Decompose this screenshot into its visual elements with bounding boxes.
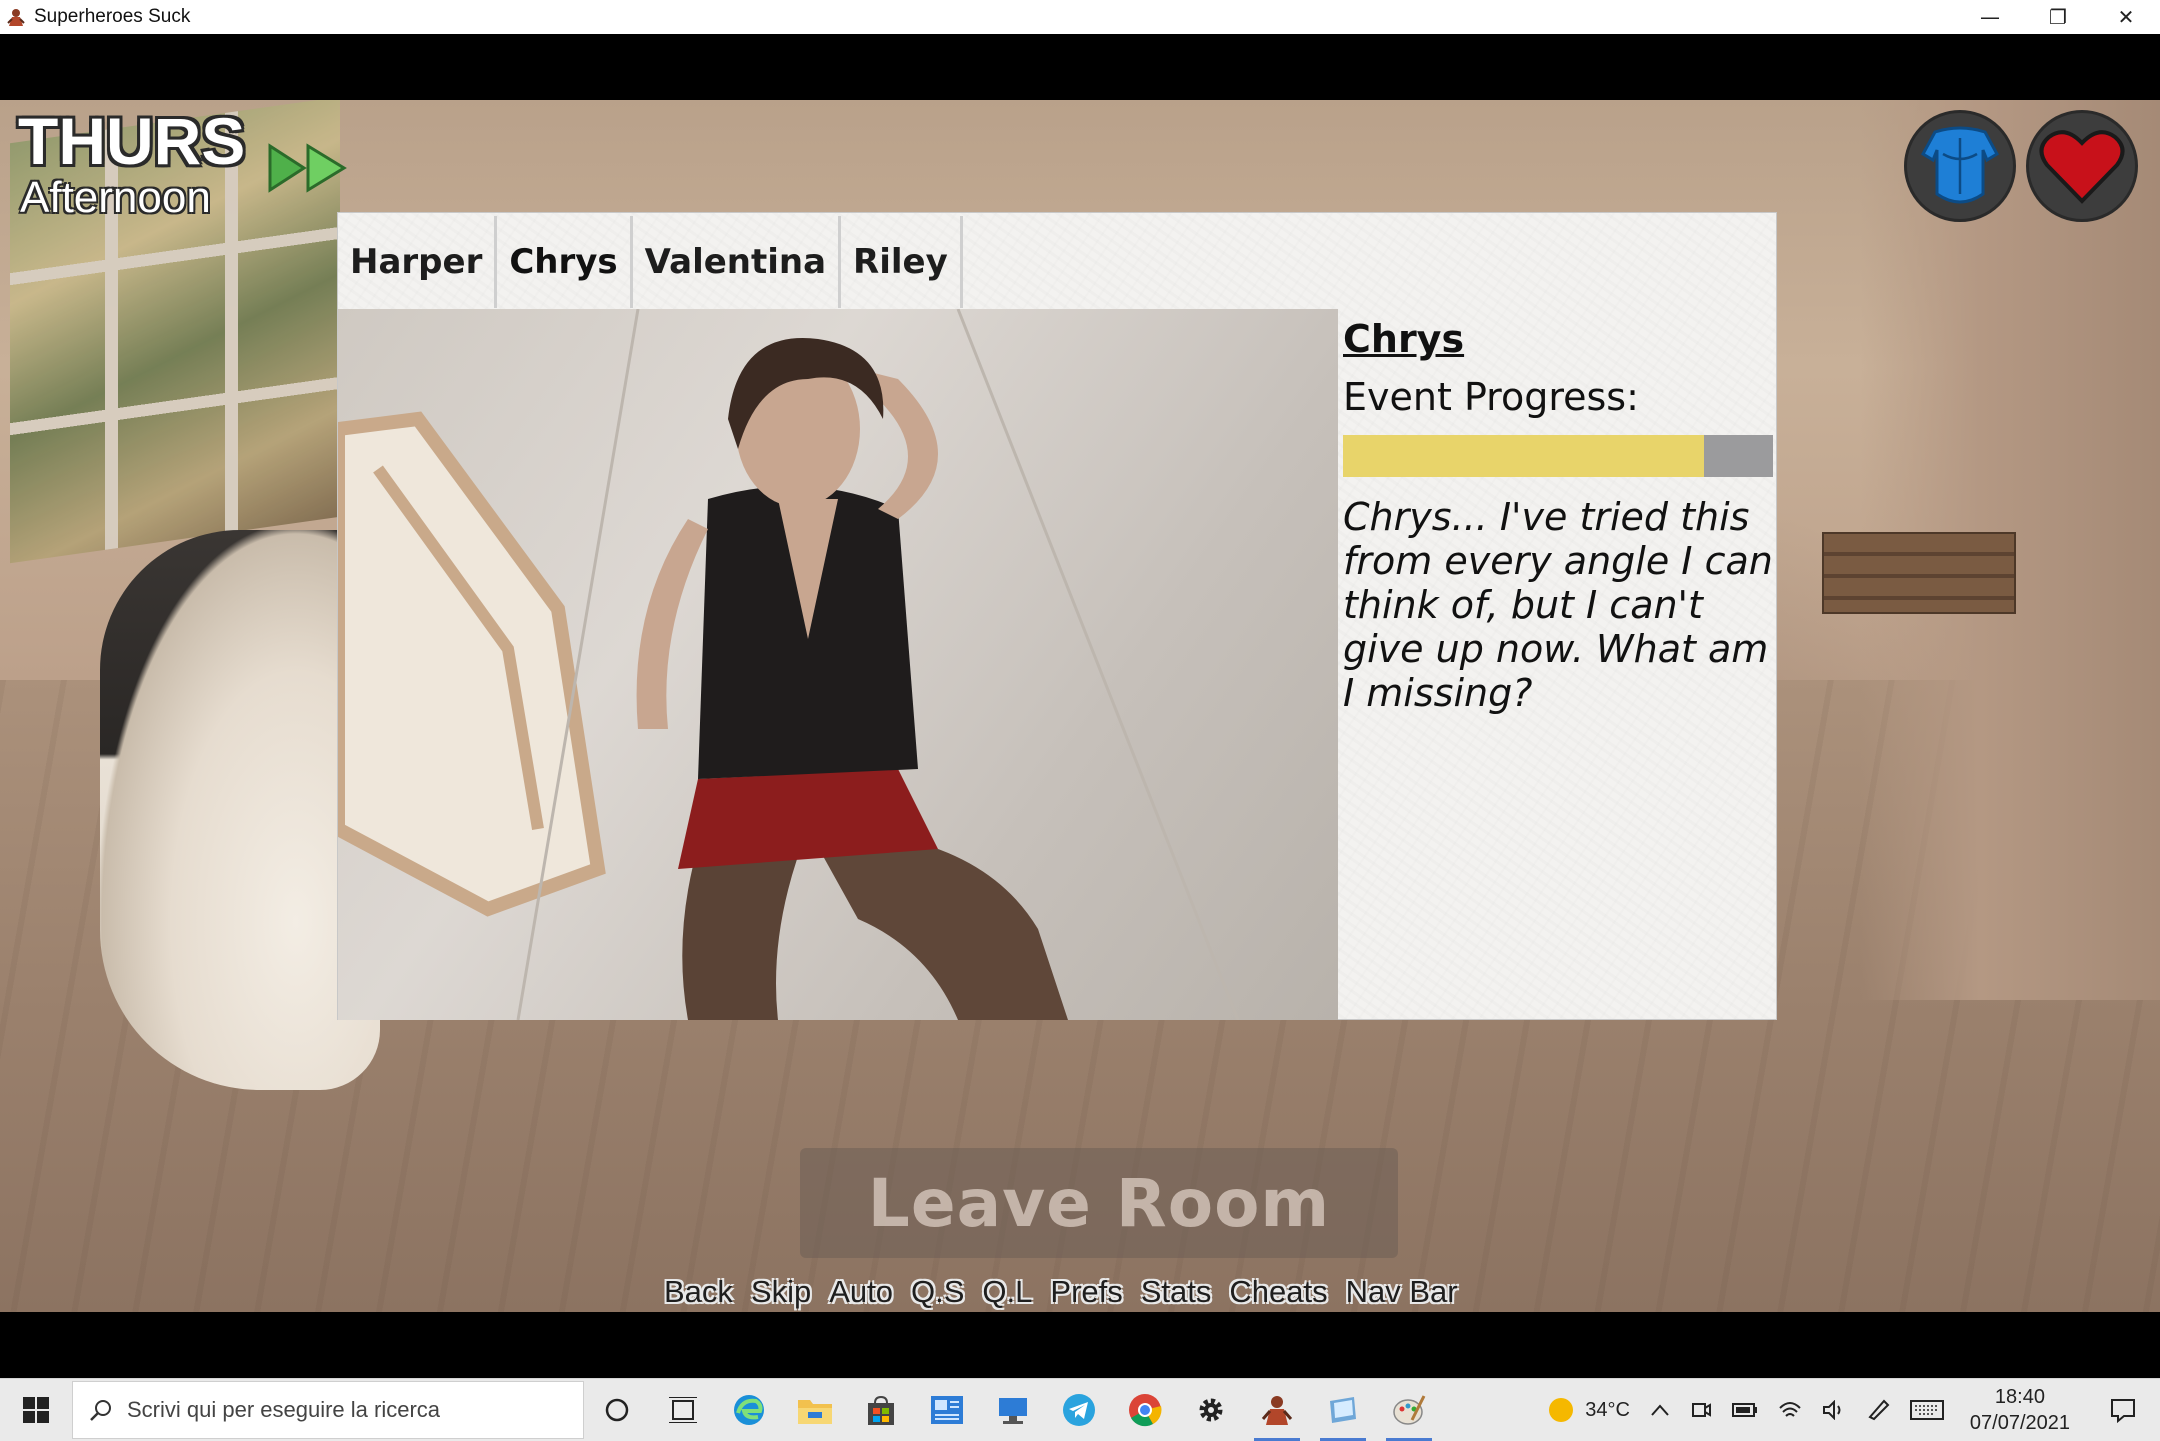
leave-room-button[interactable]: Leave Room [800, 1148, 1398, 1258]
search-icon [90, 1400, 111, 1421]
taskbar-news[interactable] [914, 1379, 980, 1441]
tab-valentina[interactable]: Valentina [633, 216, 842, 308]
notification-icon [2111, 1399, 2135, 1423]
taskbar-settings[interactable] [1178, 1379, 1244, 1441]
telegram-icon [1063, 1394, 1095, 1426]
event-progress-fill [1343, 435, 1705, 477]
paint-icon [1393, 1395, 1426, 1425]
quick-menu-prefs[interactable]: Prefs [1050, 1274, 1122, 1316]
edge-icon [734, 1395, 764, 1425]
quick-menu-quick-load[interactable]: Q.L [982, 1274, 1032, 1316]
tab-riley[interactable]: Riley [841, 216, 963, 308]
pen-button[interactable] [1856, 1379, 1900, 1441]
taskbar-notes[interactable] [1310, 1379, 1376, 1441]
event-progress-bar [1343, 435, 1773, 477]
camera-icon [1691, 1403, 1711, 1417]
volume-button[interactable] [1812, 1379, 1856, 1441]
character-info: Chrys Event Progress: Chrys... I've trie… [1343, 311, 1773, 715]
body-icon [1921, 126, 1999, 204]
quick-menu-stats[interactable]: Stats [1141, 1274, 1212, 1316]
taskbar-telegram[interactable] [1046, 1379, 1112, 1441]
taskbar-file-explorer[interactable] [782, 1379, 848, 1441]
quick-menu-auto[interactable]: Auto [829, 1274, 893, 1316]
notifications-button[interactable] [2086, 1379, 2160, 1441]
clock-time: 18:40 [1994, 1386, 2045, 1408]
event-progress-label: Event Progress: [1343, 375, 1639, 419]
weather-temperature: 34°C [1585, 1398, 1630, 1421]
windows-taskbar: Scrivi qui per eseguire la ricerca 34°C … [0, 1378, 2160, 1441]
wifi-icon [1779, 1402, 1801, 1417]
quick-menu-quick-save[interactable]: Q.S [911, 1274, 964, 1316]
game-app-icon [1261, 1396, 1293, 1425]
double-arrow-icon[interactable] [268, 140, 350, 196]
meet-now-button[interactable] [1680, 1379, 1722, 1441]
notes-icon [1330, 1397, 1356, 1423]
battery-icon [1731, 1403, 1757, 1417]
speaker-icon [1822, 1400, 1841, 1420]
gear-icon [1199, 1398, 1223, 1422]
remote-desktop-icon [999, 1398, 1027, 1424]
taskbar-game[interactable] [1244, 1379, 1310, 1441]
chevron-up-icon [1651, 1404, 1669, 1416]
quick-menu-nav-bar[interactable]: Nav Bar [1346, 1274, 1458, 1316]
taskbar-store[interactable] [848, 1379, 914, 1441]
day-label: THURS [18, 104, 246, 178]
task-view-button[interactable] [650, 1379, 716, 1441]
store-icon [868, 1395, 894, 1425]
sun-icon [1549, 1398, 1574, 1422]
character-name: Chrys [1343, 317, 1465, 361]
chrome-icon [1129, 1394, 1162, 1427]
tab-harper[interactable]: Harper [338, 216, 498, 308]
heart-icon [2039, 130, 2125, 204]
news-icon [931, 1396, 963, 1424]
windows-logo-icon [23, 1397, 49, 1423]
clock[interactable]: 18:40 07/07/2021 [1954, 1379, 2086, 1441]
taskbar-chrome[interactable] [1112, 1379, 1178, 1441]
weather-widget[interactable]: 34°C [1537, 1379, 1640, 1441]
wooden-crate [1822, 532, 2016, 614]
restore-button[interactable]: ❐ [2024, 0, 2092, 34]
task-view-icon [669, 1397, 697, 1423]
character-portrait-image [338, 309, 1240, 1020]
character-panel: Harper Chrys Valentina Riley Chrys Event… [337, 212, 1777, 1020]
taskbar-paint[interactable] [1376, 1379, 1442, 1441]
touch-keyboard-button[interactable] [1900, 1379, 1954, 1441]
taskbar-search-box[interactable]: Scrivi qui per eseguire la ricerca [72, 1381, 584, 1439]
character-tabs: Harper Chrys Valentina Riley [338, 216, 963, 308]
cortana-icon [605, 1398, 629, 1422]
start-button[interactable] [0, 1379, 72, 1441]
stats-button[interactable] [1904, 110, 2016, 222]
cortana-button[interactable] [584, 1379, 650, 1441]
app-icon [7, 9, 25, 26]
keyboard-icon [1909, 1400, 1944, 1420]
system-tray: 34°C 18:40 07/07/2021 [1537, 1379, 2160, 1441]
window-titlebar: Superheroes Suck — ❐ ✕ [0, 0, 2160, 34]
taskbar-remote-desktop[interactable] [980, 1379, 1046, 1441]
folder-icon [798, 1400, 832, 1424]
pen-icon [1868, 1399, 1890, 1421]
battery-button[interactable] [1722, 1379, 1768, 1441]
quick-menu: Back Skip Auto Q.S Q.L Prefs Stats Cheat… [664, 1274, 1458, 1316]
quick-menu-cheats[interactable]: Cheats [1229, 1274, 1327, 1316]
quick-menu-skip[interactable]: Skip [751, 1274, 811, 1316]
relationships-button[interactable] [2026, 110, 2138, 222]
time-of-day-label: Afternoon [20, 173, 211, 222]
show-hidden-icons-button[interactable] [1640, 1379, 1680, 1441]
clock-date: 07/07/2021 [1969, 1412, 2070, 1434]
taskbar-edge[interactable] [716, 1379, 782, 1441]
window-title: Superheroes Suck [34, 6, 191, 27]
tab-chrys[interactable]: Chrys [497, 216, 633, 308]
search-placeholder: Scrivi qui per eseguire la ricerca [127, 1397, 441, 1422]
character-portrait [338, 309, 1338, 1020]
event-description: Chrys... I've tried this from every angl… [1343, 495, 1773, 715]
minimize-button[interactable]: — [1956, 0, 2024, 34]
network-button[interactable] [1768, 1379, 1812, 1441]
close-button[interactable]: ✕ [2092, 0, 2160, 34]
quick-menu-back[interactable]: Back [664, 1274, 733, 1316]
